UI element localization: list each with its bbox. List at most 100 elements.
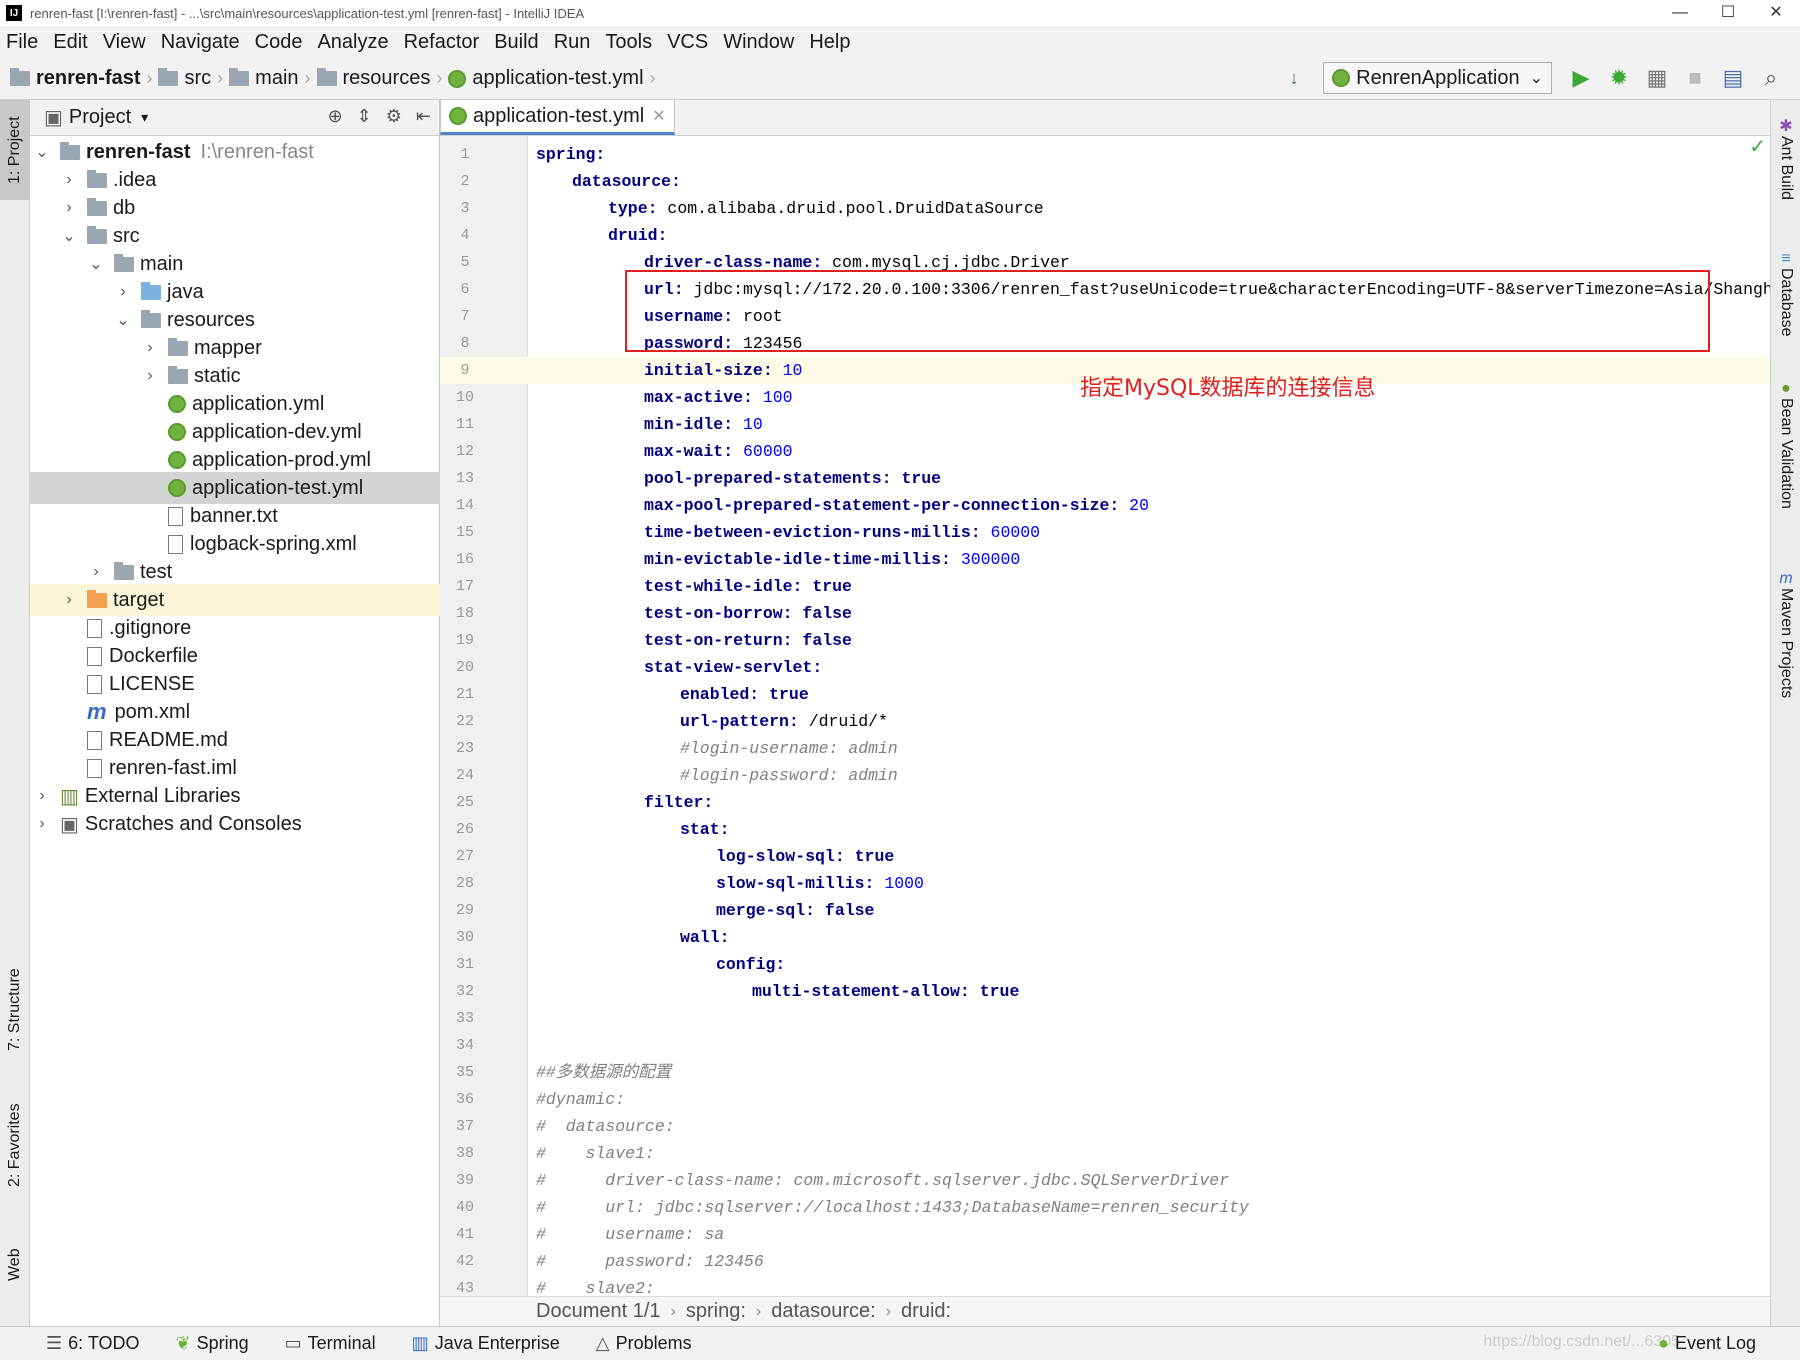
breadcrumb-spring[interactable]: spring: — [686, 1300, 746, 1323]
code-line[interactable]: 26 stat: — [440, 816, 1770, 843]
breadcrumb-druid[interactable]: druid: — [901, 1300, 951, 1323]
code-line[interactable]: 11 min-idle: 10 — [440, 411, 1770, 438]
code-line[interactable]: 29 merge-sql: false — [440, 897, 1770, 924]
code-line[interactable]: 37 # datasource: — [440, 1113, 1770, 1140]
code-line[interactable]: 16 min-evictable-idle-time-millis: 300000 — [440, 546, 1770, 573]
code-line[interactable]: 12 max-wait: 60000 — [440, 438, 1770, 465]
nav-crumb-resources[interactable]: resources › — [316, 67, 442, 90]
menu-analyze[interactable]: Analyze — [317, 31, 388, 54]
code-line[interactable]: 34 — [440, 1032, 1770, 1059]
code-line[interactable]: 21 enabled: true — [440, 681, 1770, 708]
chevron-right-icon[interactable]: › — [34, 815, 50, 833]
menu-code[interactable]: Code — [255, 31, 303, 54]
chevron-down-icon[interactable]: ▾ — [141, 109, 148, 126]
gear-icon[interactable]: ⚙ — [386, 106, 402, 127]
locate-icon[interactable]: ⊕ — [328, 106, 343, 127]
tab-database[interactable]: ≡ Database — [1771, 250, 1800, 360]
breadcrumb-datasource[interactable]: datasource: — [771, 1300, 876, 1323]
breadcrumb-document[interactable]: Document 1/1 — [536, 1300, 661, 1323]
menu-file[interactable]: File — [6, 31, 38, 54]
run-icon[interactable]: ▶ — [1565, 62, 1597, 94]
close-tab-icon[interactable]: ✕ — [652, 106, 665, 126]
code-line[interactable]: 35 ##多数据源的配置 — [440, 1059, 1770, 1086]
code-line[interactable]: 33 — [440, 1005, 1770, 1032]
chevron-down-icon[interactable]: ⌄ — [34, 142, 50, 162]
tab-bean-validation[interactable]: ● Bean Validation — [1771, 380, 1800, 560]
problems-tool-button[interactable]: △ Problems — [596, 1333, 692, 1354]
java-enterprise-tool-button[interactable]: ▥ Java Enterprise — [412, 1333, 560, 1354]
menu-run[interactable]: Run — [554, 31, 591, 54]
menu-edit[interactable]: Edit — [53, 31, 87, 54]
tab-web[interactable]: Web — [0, 1230, 30, 1300]
chevron-right-icon[interactable]: › — [142, 367, 158, 385]
code-line[interactable]: 39 # driver-class-name: com.microsoft.sql… — [440, 1167, 1770, 1194]
code-line[interactable]: 18 test-on-borrow: false — [440, 600, 1770, 627]
code-line[interactable]: 25 filter: — [440, 789, 1770, 816]
code-line[interactable]: 3 type: com.alibaba.druid.pool.DruidDataS… — [440, 195, 1770, 222]
code-line[interactable]: 19 test-on-return: false — [440, 627, 1770, 654]
code-line[interactable]: 4 druid: — [440, 222, 1770, 249]
code-line[interactable]: 36 #dynamic: — [440, 1086, 1770, 1113]
collapse-all-icon[interactable]: ⇕ — [357, 106, 372, 127]
search-icon[interactable]: ⌕ — [1755, 62, 1787, 94]
menu-window[interactable]: Window — [723, 31, 794, 54]
close-window-button[interactable]: ✕ — [1752, 0, 1800, 26]
chevron-down-icon[interactable]: ⌄ — [61, 226, 77, 246]
tab-maven-projects[interactable]: m Maven Projects — [1771, 570, 1800, 740]
run-configuration-select[interactable]: RenrenApplication ⌄ — [1323, 62, 1552, 94]
code-line[interactable]: 17 test-while-idle: true — [440, 573, 1770, 600]
code-line[interactable]: 14 max-pool-prepared-statement-per-connec… — [440, 492, 1770, 519]
project-view-select[interactable]: Project — [69, 106, 131, 129]
editor-tab-application-test[interactable]: application-test.yml ✕ — [440, 99, 675, 135]
code-line[interactable]: 23 #login-username: admin — [440, 735, 1770, 762]
tab-ant-build[interactable]: ✱ Ant Build — [1771, 116, 1800, 226]
tab-structure[interactable]: 7: Structure — [0, 950, 30, 1070]
code-line[interactable]: 28 slow-sql-millis: 1000 — [440, 870, 1770, 897]
menu-tools[interactable]: Tools — [605, 31, 652, 54]
maximize-button[interactable]: ☐ — [1704, 0, 1752, 26]
tab-favorites[interactable]: 2: Favorites — [0, 1085, 30, 1205]
tree-item[interactable]: › ▣ Scratches and Consoles — [30, 808, 440, 840]
chevron-right-icon[interactable]: › — [34, 787, 50, 805]
nav-crumb-main[interactable]: main › — [229, 67, 311, 90]
code-line[interactable]: 20 stat-view-servlet: — [440, 654, 1770, 681]
code-line[interactable]: 43 # slave2: — [440, 1275, 1770, 1296]
build-sort-icon[interactable]: ↓ — [1278, 62, 1310, 94]
nav-crumb-project[interactable]: renren-fast › — [10, 67, 152, 90]
code-line[interactable]: 40 # url: jdbc:sqlserver://localhost:1433… — [440, 1194, 1770, 1221]
spring-tool-button[interactable]: ❦ Spring — [176, 1333, 249, 1354]
code-line[interactable]: 30 wall: — [440, 924, 1770, 951]
todo-tool-button[interactable]: ☰ 6: TODO — [46, 1333, 140, 1354]
chevron-down-icon[interactable]: ⌄ — [115, 310, 131, 330]
chevron-right-icon[interactable]: › — [88, 563, 104, 581]
code-line[interactable]: 24 #login-password: admin — [440, 762, 1770, 789]
code-line[interactable]: 22 url-pattern: /druid/* — [440, 708, 1770, 735]
code-line[interactable]: 13 pool-prepared-statements: true — [440, 465, 1770, 492]
code-line[interactable]: 15 time-between-eviction-runs-millis: 600… — [440, 519, 1770, 546]
hide-panel-icon[interactable]: ⇤ — [416, 106, 431, 127]
event-log-button[interactable]: ● Event Log — [1658, 1333, 1756, 1354]
menu-vcs[interactable]: VCS — [667, 31, 708, 54]
project-structure-icon[interactable]: ▤ — [1717, 62, 1749, 94]
chevron-down-icon[interactable]: ⌄ — [88, 254, 104, 274]
chevron-right-icon[interactable]: › — [61, 171, 77, 189]
code-line[interactable]: 1 spring: — [440, 141, 1770, 168]
code-line[interactable]: 32 multi-statement-allow: true — [440, 978, 1770, 1005]
terminal-tool-button[interactable]: ▭ Terminal — [285, 1333, 376, 1354]
code-line[interactable]: 41 # username: sa — [440, 1221, 1770, 1248]
code-line[interactable]: 38 # slave1: — [440, 1140, 1770, 1167]
code-line[interactable]: 31 config: — [440, 951, 1770, 978]
chevron-right-icon[interactable]: › — [142, 339, 158, 357]
chevron-right-icon[interactable]: › — [61, 199, 77, 217]
chevron-right-icon[interactable]: › — [115, 283, 131, 301]
debug-icon[interactable]: ✹ — [1603, 62, 1635, 94]
tab-project[interactable]: 1: Project — [0, 100, 30, 200]
minimize-button[interactable]: — — [1656, 0, 1704, 26]
chevron-right-icon[interactable]: › — [61, 591, 77, 609]
menu-build[interactable]: Build — [494, 31, 538, 54]
code-line[interactable]: 2 datasource: — [440, 168, 1770, 195]
stop-icon[interactable]: ■ — [1679, 62, 1711, 94]
nav-crumb-src[interactable]: src › — [158, 67, 223, 90]
menu-help[interactable]: Help — [809, 31, 850, 54]
menu-navigate[interactable]: Navigate — [161, 31, 240, 54]
